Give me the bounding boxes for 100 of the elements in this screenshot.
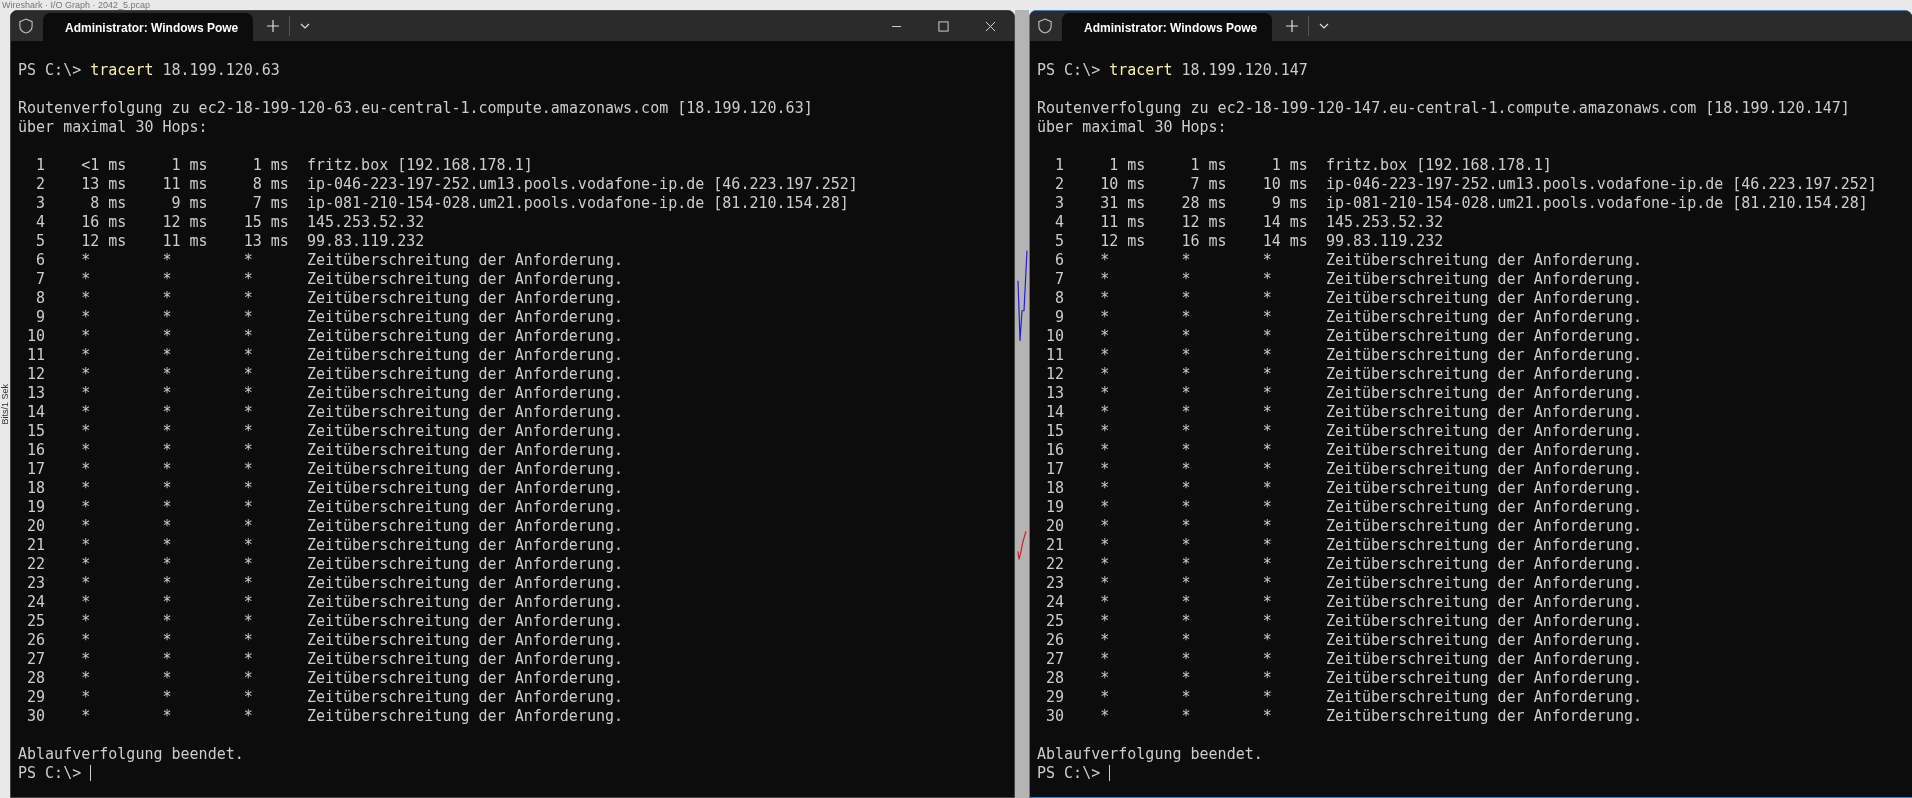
round-trip-time: * [161, 631, 173, 650]
round-trip-time: * [1180, 669, 1192, 688]
hop-number: 6 [35, 251, 46, 270]
round-trip-time: * [1099, 308, 1111, 327]
chevron-down-icon[interactable] [300, 23, 310, 29]
round-trip-time: * [161, 498, 173, 517]
round-trip-time: * [242, 460, 254, 479]
round-trip-time: * [242, 574, 254, 593]
host-text: Zeitüberschreitung der Anforderung. [1325, 346, 1642, 365]
text-cursor [90, 765, 92, 781]
host-text: Zeitüberschreitung der Anforderung. [306, 593, 623, 612]
round-trip-time: * [242, 422, 254, 441]
round-trip-time: 8 ms [89, 194, 127, 213]
hop-number: 5 [1054, 232, 1065, 251]
round-trip-time: * [1180, 441, 1192, 460]
round-trip-time: * [1261, 555, 1273, 574]
hop-number: 12 [1045, 365, 1065, 384]
hop-number: 13 [1045, 384, 1065, 403]
round-trip-time: 28 ms [1180, 194, 1227, 213]
round-trip-time: * [1261, 650, 1273, 669]
host-text: Zeitüberschreitung der Anforderung. [306, 308, 623, 327]
round-trip-time: * [1180, 593, 1192, 612]
round-trip-time: 12 ms [1180, 213, 1227, 232]
host-text: Zeitüberschreitung der Anforderung. [1325, 517, 1642, 536]
round-trip-time: * [242, 289, 254, 308]
round-trip-time: * [80, 270, 92, 289]
shield-icon [19, 18, 33, 34]
round-trip-time: * [1180, 308, 1192, 327]
tab-title: Administrator: Windows Powe [1084, 21, 1258, 35]
argument-text: 18.199.120.63 [162, 61, 280, 80]
host-text: Zeitüberschreitung der Anforderung. [306, 707, 623, 726]
hop-number: 25 [1045, 612, 1065, 631]
round-trip-time: * [1099, 327, 1111, 346]
round-trip-time: * [80, 289, 92, 308]
terminal-tab[interactable]: Administrator: Windows Powe [1062, 13, 1272, 43]
round-trip-time: * [80, 365, 92, 384]
round-trip-time: * [80, 346, 92, 365]
round-trip-time: * [1180, 612, 1192, 631]
output-text: Ablaufverfolgung beendet. [1037, 745, 1263, 764]
host-text: Zeitüberschreitung der Anforderung. [1325, 270, 1642, 289]
hop-number: 2 [35, 175, 46, 194]
round-trip-time: * [80, 688, 92, 707]
chevron-down-icon[interactable] [1319, 23, 1329, 29]
host-text: Zeitüberschreitung der Anforderung. [1325, 536, 1642, 555]
hop-number: 10 [1045, 327, 1065, 346]
host-text: Zeitüberschreitung der Anforderung. [1325, 403, 1642, 422]
hop-number: 15 [26, 422, 46, 441]
plus-icon[interactable] [1286, 20, 1298, 32]
round-trip-time: * [1180, 498, 1192, 517]
round-trip-time: * [1261, 631, 1273, 650]
terminal-tab[interactable]: Administrator: Windows Powe [43, 13, 253, 43]
round-trip-time: * [161, 251, 173, 270]
prompt-text: PS C:\> [18, 61, 82, 80]
hop-number: 7 [35, 270, 46, 289]
plus-icon[interactable] [267, 20, 279, 32]
hop-number: 14 [26, 403, 46, 422]
round-trip-time: * [80, 574, 92, 593]
hop-number: 18 [1045, 479, 1065, 498]
round-trip-time: * [1180, 555, 1192, 574]
host-text: Zeitüberschreitung der Anforderung. [1325, 555, 1642, 574]
host-text: ip-081-210-154-028.um21.pools.vodafone-ip.de [81.210.154.28] [306, 194, 849, 213]
hop-number: 3 [1054, 194, 1065, 213]
round-trip-time: * [1099, 631, 1111, 650]
host-text: fritz.box [192.168.178.1] [306, 156, 533, 175]
hop-number: 6 [1054, 251, 1065, 270]
output-text: über maximal 30 Hops: [18, 118, 208, 137]
hop-number: 18 [26, 479, 46, 498]
host-text: Zeitüberschreitung der Anforderung. [1325, 669, 1642, 688]
round-trip-time: * [1261, 498, 1273, 517]
prompt-text: PS C:\> [1037, 61, 1101, 80]
round-trip-time: 14 ms [1261, 213, 1308, 232]
round-trip-time: * [1099, 707, 1111, 726]
round-trip-time: * [80, 460, 92, 479]
round-trip-time: * [1099, 612, 1111, 631]
hop-number: 10 [26, 327, 46, 346]
round-trip-time: * [1180, 688, 1192, 707]
command-text: tracert [1109, 61, 1173, 80]
host-text: Zeitüberschreitung der Anforderung. [1325, 308, 1642, 327]
text-cursor [1109, 765, 1111, 781]
round-trip-time: * [1099, 460, 1111, 479]
hop-number: 24 [1045, 593, 1065, 612]
round-trip-time: 7 ms [1189, 175, 1227, 194]
round-trip-time: * [1261, 536, 1273, 555]
round-trip-time: * [1261, 441, 1273, 460]
round-trip-time: * [1099, 536, 1111, 555]
round-trip-time: 10 ms [1261, 175, 1308, 194]
hop-number: 17 [1045, 460, 1065, 479]
host-text: Zeitüberschreitung der Anforderung. [1325, 327, 1642, 346]
host-text: Zeitüberschreitung der Anforderung. [1325, 384, 1642, 403]
hop-number: 30 [26, 707, 46, 726]
round-trip-time: * [242, 365, 254, 384]
host-text: ip-081-210-154-028.um21.pools.vodafone-ip.de [81.210.154.28] [1325, 194, 1868, 213]
round-trip-time: * [161, 289, 173, 308]
hop-number: 8 [35, 289, 46, 308]
round-trip-time: * [1180, 327, 1192, 346]
host-text: Zeitüberschreitung der Anforderung. [1325, 441, 1642, 460]
round-trip-time: 10 ms [1099, 175, 1146, 194]
round-trip-time: * [1180, 517, 1192, 536]
hop-number: 16 [1045, 441, 1065, 460]
host-text: Zeitüberschreitung der Anforderung. [306, 327, 623, 346]
